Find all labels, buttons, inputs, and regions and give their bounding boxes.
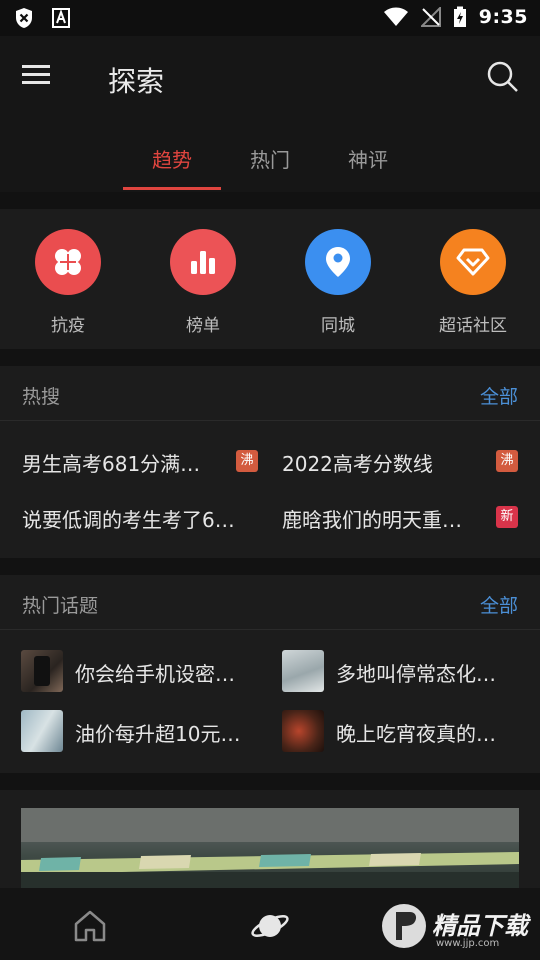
hot-badge: 沸 [496, 450, 518, 472]
quick-link-label: 超话社区 [439, 316, 507, 336]
quick-link-anti-epidemic[interactable]: 抗疫 [13, 229, 123, 336]
watermark-logo: 精品下载 www.jjp.com [376, 896, 536, 956]
topic-item[interactable]: 多地叫停常态化… [282, 650, 522, 694]
hot-search-text: 说要低调的考生考了6… [22, 508, 235, 532]
location-pin-icon [326, 247, 350, 277]
topic-item[interactable]: 油价每升超10元… [21, 710, 261, 754]
topic-text: 晚上吃宵夜真的… [336, 722, 496, 746]
shield-x-icon [16, 8, 32, 28]
topic-text: 你会给手机设密… [75, 662, 235, 686]
search-button[interactable] [486, 60, 522, 96]
quick-link-label: 同城 [321, 316, 355, 336]
bar-chart-icon [191, 251, 215, 274]
diamond-icon [456, 248, 490, 276]
hot-topics-all-link[interactable]: 全部 [480, 591, 518, 618]
hot-search-text: 男生高考681分满… [22, 452, 201, 476]
hot-search-text: 鹿晗我们的明天重… [282, 508, 462, 532]
section-title: 热门话题 [22, 595, 99, 617]
section-header: 热门话题 全部 [0, 575, 540, 630]
hot-search-text: 2022高考分数线 [282, 452, 433, 476]
planet-icon [251, 915, 289, 937]
hot-search-item[interactable]: 男生高考681分满… 沸 [22, 444, 258, 480]
quick-link-icon-bg [440, 229, 506, 295]
hot-search-item[interactable]: 2022高考分数线 沸 [282, 444, 518, 480]
banner-image[interactable] [21, 808, 519, 888]
section-title: 热搜 [22, 386, 61, 408]
new-badge: 新 [496, 506, 518, 528]
quick-link-icon-bg [35, 229, 101, 295]
section-header: 热搜 全部 [0, 366, 540, 421]
quick-link-rankings[interactable]: 榜单 [148, 229, 258, 336]
home-icon [74, 910, 106, 942]
status-bar: 9:35 [0, 0, 540, 36]
quick-link-super-topic[interactable]: 超话社区 [418, 229, 528, 336]
quick-link-icon-bg [305, 229, 371, 295]
status-time: 9:35 [478, 6, 528, 28]
quick-link-label: 抗疫 [51, 316, 85, 336]
tab-top-comments[interactable]: 神评 [319, 144, 417, 173]
battery-charging-icon [453, 6, 466, 27]
wifi-icon [383, 7, 408, 26]
tab-bar: 趋势 热门 神评 [0, 122, 540, 192]
hot-search-all-link[interactable]: 全部 [480, 382, 518, 409]
hamburger-icon [22, 65, 50, 84]
quick-link-local[interactable]: 同城 [283, 229, 393, 336]
topic-thumbnail [282, 650, 324, 692]
nav-discover-button[interactable] [250, 906, 290, 946]
hot-badge: 沸 [236, 450, 258, 472]
hot-search-section: 热搜 全部 男生高考681分满… 沸 2022高考分数线 沸 说要低调的考生考了… [0, 366, 540, 558]
topic-text: 多地叫停常态化… [336, 662, 496, 686]
topic-thumbnail [21, 650, 63, 692]
nav-home-button[interactable] [70, 906, 110, 946]
app-bar: 探索 [0, 36, 540, 122]
watermark-text: 精品下载 [432, 912, 528, 940]
topic-text: 油价每升超10元… [75, 722, 241, 746]
quick-link-icon-bg [170, 229, 236, 295]
bottom-navigation: 精品下载 www.jjp.com [0, 888, 540, 960]
hot-search-item[interactable]: 鹿晗我们的明天重… 新 [282, 500, 518, 536]
page-title: 探索 [108, 65, 165, 98]
tab-trending[interactable]: 趋势 [123, 144, 221, 173]
app-a-icon [52, 8, 70, 28]
quick-links: 抗疫 榜单 同城 超话社区 [0, 209, 540, 349]
tab-active-indicator [123, 187, 221, 190]
banner-section [0, 790, 540, 888]
no-signal-icon [420, 7, 441, 27]
watermark-url: www.jjp.com [436, 938, 500, 949]
tab-popular[interactable]: 热门 [221, 144, 319, 173]
clover-icon [55, 249, 81, 275]
topic-item[interactable]: 你会给手机设密… [21, 650, 261, 694]
topic-thumbnail [282, 710, 324, 752]
quick-link-label: 榜单 [186, 316, 220, 336]
hot-search-item[interactable]: 说要低调的考生考了6… [22, 500, 262, 536]
menu-button[interactable] [22, 62, 62, 94]
topic-thumbnail [21, 710, 63, 752]
topic-item[interactable]: 晚上吃宵夜真的… [282, 710, 522, 754]
search-icon [487, 61, 518, 92]
hot-topics-section: 热门话题 全部 你会给手机设密… 多地叫停常态化… 油价每升超10元… 晚上吃宵… [0, 575, 540, 773]
